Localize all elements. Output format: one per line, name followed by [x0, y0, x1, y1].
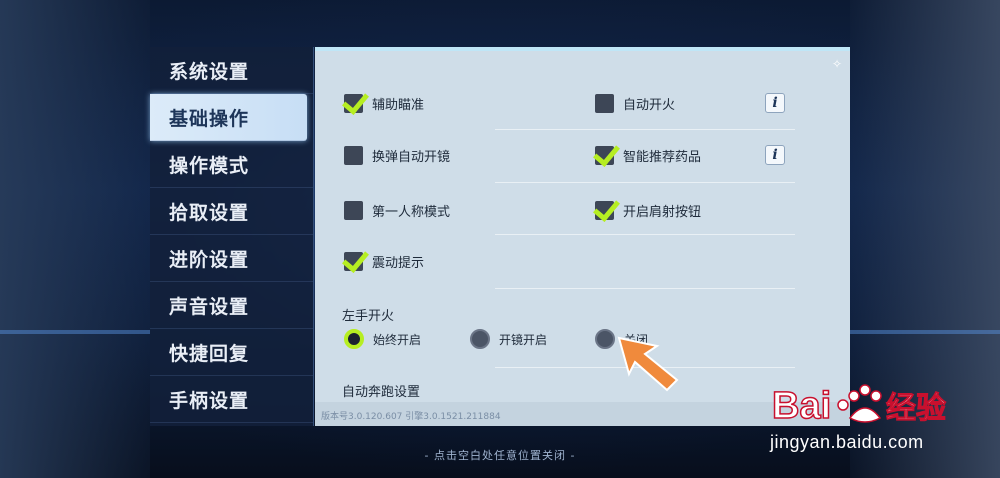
aim-assist-checkbox[interactable]: 辅助瞄准	[344, 90, 424, 116]
left-fire-title: 左手开火	[342, 309, 395, 324]
svg-text:经验: 经验	[886, 391, 946, 425]
checkbox-icon	[595, 93, 614, 113]
checkbox-icon	[344, 145, 363, 165]
radio-icon	[344, 329, 364, 349]
background-light-stripe	[850, 330, 1000, 334]
left-fire-option-label: 始终开启	[373, 332, 422, 347]
checkbox-icon	[595, 145, 614, 165]
pointer-arrow-icon	[617, 336, 679, 392]
checkbox-icon	[344, 200, 363, 220]
aim-assist-label: 辅助瞄准	[372, 97, 425, 113]
info-icon[interactable]: i	[765, 145, 785, 165]
reload-auto-scope-label: 换弹自动开镜	[372, 149, 451, 165]
settings-sidebar: 系统设置 基础操作 操作模式 拾取设置 进阶设置 声音设置 快捷回复 手柄设置	[150, 47, 314, 426]
background-light-stripe	[0, 330, 150, 334]
first-person-checkbox[interactable]: 第一人称模式	[344, 197, 450, 223]
info-icon[interactable]: i	[765, 93, 785, 113]
checkbox-icon	[595, 200, 614, 220]
shoulder-fire-label: 开启肩射按钮	[623, 204, 702, 220]
smart-meds-checkbox[interactable]: 智能推荐药品	[595, 142, 701, 168]
sidebar-item-basic-operation[interactable]: 基础操作	[150, 94, 307, 141]
left-fire-option-label: 开镜开启	[499, 332, 548, 347]
sidebar-item-gamepad-settings[interactable]: 手柄设置	[150, 376, 313, 423]
watermark-url: jingyan.baidu.com	[770, 432, 924, 452]
sidebar-item-operation-mode[interactable]: 操作模式	[150, 141, 313, 188]
checkbox-icon	[344, 251, 363, 271]
sidebar-item-pickup-settings[interactable]: 拾取设置	[150, 188, 313, 235]
divider	[495, 182, 795, 183]
checkbox-icon	[344, 93, 363, 113]
shoulder-fire-checkbox[interactable]: 开启肩射按钮	[595, 197, 701, 223]
divider	[495, 129, 795, 130]
smart-meds-label: 智能推荐药品	[623, 149, 702, 165]
first-person-label: 第一人称模式	[372, 204, 451, 220]
sidebar-item-advanced-settings[interactable]: 进阶设置	[150, 235, 313, 282]
divider	[495, 288, 795, 289]
divider	[495, 234, 795, 235]
svg-text:Bai: Bai	[772, 385, 831, 427]
settings-scroll-area[interactable]: 辅助瞄准 自动开火 i 换弹自动开镜 智能推荐药品 i 第一人称模式 开启肩射按…	[315, 51, 850, 406]
background-left-wall	[0, 0, 150, 478]
left-fire-option-scope[interactable]: 开镜开启	[470, 329, 547, 349]
baidu-watermark-logo: Bai 经验	[771, 384, 947, 428]
vibration-label: 震动提示	[372, 255, 425, 271]
radio-icon	[595, 329, 615, 349]
vibration-checkbox[interactable]: 震动提示	[344, 248, 424, 274]
settings-content: ✧ 辅助瞄准 自动开火 i 换弹自动开镜 智能推荐药品 i 第一人称模式 开启肩…	[315, 47, 850, 426]
auto-fire-label: 自动开火	[623, 97, 676, 113]
left-fire-option-always[interactable]: 始终开启	[344, 329, 421, 349]
sidebar-item-system-settings[interactable]: 系统设置	[150, 47, 313, 94]
auto-run-title: 自动奔跑设置	[342, 385, 421, 400]
auto-fire-checkbox[interactable]: 自动开火	[595, 90, 675, 116]
sidebar-item-sound-settings[interactable]: 声音设置	[150, 282, 313, 329]
settings-panel: 系统设置 基础操作 操作模式 拾取设置 进阶设置 声音设置 快捷回复 手柄设置 …	[150, 47, 850, 426]
reload-auto-scope-checkbox[interactable]: 换弹自动开镜	[344, 142, 450, 168]
sidebar-item-quick-reply[interactable]: 快捷回复	[150, 329, 313, 376]
radio-icon	[470, 329, 490, 349]
